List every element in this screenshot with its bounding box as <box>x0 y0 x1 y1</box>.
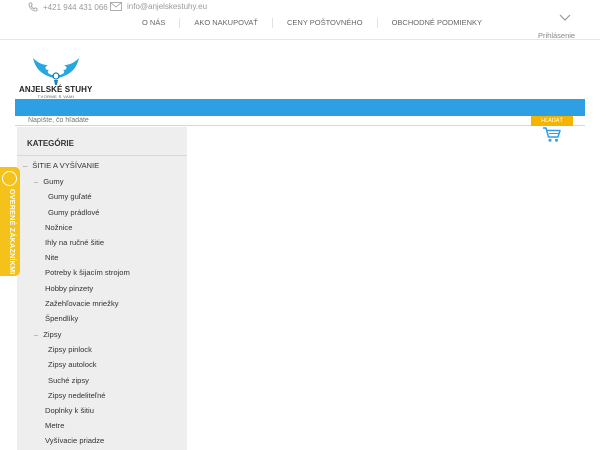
category-item-pins[interactable]: Špendlíky <box>45 314 78 324</box>
category-item-elastics[interactable]: – Gumy <box>34 177 64 187</box>
category-item-velcro[interactable]: Suché zipsy <box>48 376 89 386</box>
nav-link-about[interactable]: O NÁS <box>130 18 181 28</box>
category-item-iron-on-grids[interactable]: Zažehľovacie mriežky <box>45 299 119 309</box>
collapse-icon[interactable]: – <box>34 330 38 339</box>
email-address: info@anjelskestuhy.eu <box>127 2 208 11</box>
envelope-icon <box>110 2 122 11</box>
shopping-cart-icon[interactable] <box>542 126 562 143</box>
category-item-hand-needles[interactable]: Ihly na ručné šitie <box>45 238 104 248</box>
category-item-hobby-tweezers[interactable]: Hobby pinzety <box>45 284 93 294</box>
category-item-sewing-embroidery[interactable]: – ŠITIE A VYŠÍVANIE <box>23 161 99 171</box>
category-item-zippers-pinlock[interactable]: Zipsy pinlock <box>48 345 92 355</box>
search-input[interactable] <box>28 116 328 125</box>
category-item-zippers[interactable]: – Zipsy <box>34 330 61 340</box>
category-item-scissors[interactable]: Nožnice <box>45 223 72 233</box>
categories-heading: KATEGÓRIE <box>27 139 74 148</box>
main-menu-bar <box>15 99 585 116</box>
category-item-threads[interactable]: Nite <box>45 253 59 263</box>
phone-icon <box>28 2 38 12</box>
category-item-zippers-non-separating[interactable]: Zipsy nedeliteľné <box>48 391 106 401</box>
nav-link-terms[interactable]: OBCHODNÉ PODMIENKY <box>378 18 496 28</box>
nav-link-how-to-buy[interactable]: AKO NAKUPOVAŤ <box>180 18 273 28</box>
category-item-zippers-autolock[interactable]: Zipsy autolock <box>48 360 97 370</box>
category-item-sewing-machine-supplies[interactable]: Potreby k šijacím strojom <box>45 268 130 278</box>
divider <box>17 155 187 156</box>
collapse-icon[interactable]: – <box>23 161 27 170</box>
login-link[interactable]: Prihlásenie <box>538 31 575 40</box>
category-item-tape-measures[interactable]: Metre <box>45 421 64 431</box>
email-contact[interactable]: info@anjelskestuhy.eu <box>110 2 207 11</box>
phone-number: +421 944 431 066 <box>43 2 108 12</box>
category-item-embroidery-yarns[interactable]: Vyšívacie priadze <box>45 436 104 446</box>
search-button[interactable]: HĽADAŤ <box>531 116 573 126</box>
top-navigation: O NÁS AKO NAKUPOVAŤ CENY POŠTOVNÉHO OBCH… <box>130 18 496 28</box>
collapse-icon[interactable]: – <box>34 177 38 186</box>
phone-contact[interactable]: +421 944 431 066 <box>28 2 108 12</box>
chevron-down-icon[interactable] <box>559 14 571 22</box>
search-bar: HĽADAŤ <box>15 116 585 126</box>
site-logo[interactable]: ANJELSKÉ STUHY TVORME S VAMI <box>19 56 93 99</box>
verified-seal-icon <box>2 171 17 186</box>
angel-wings-logo-icon <box>33 58 79 85</box>
badge-label: OVERENÉ ZÁKAZNÍKMI <box>8 189 17 275</box>
category-item-round-elastics[interactable]: Gumy guľaté <box>48 192 92 202</box>
category-item-laundry-elastics[interactable]: Gumy prádlové <box>48 208 100 218</box>
category-item-sewing-accessories[interactable]: Doplnky k šitiu <box>45 406 94 416</box>
category-sidebar: KATEGÓRIE – ŠITIE A VYŠÍVANIE – Gumy Gumy … <box>17 127 187 450</box>
logo-title: ANJELSKÉ STUHY <box>19 85 93 94</box>
verified-by-customers-badge[interactable]: OVERENÉ ZÁKAZNÍKMI <box>0 167 20 276</box>
nav-link-shipping-prices[interactable]: CENY POŠTOVNÉHO <box>273 18 378 28</box>
top-bar: +421 944 431 066 info@anjelskestuhy.eu O… <box>0 0 600 40</box>
